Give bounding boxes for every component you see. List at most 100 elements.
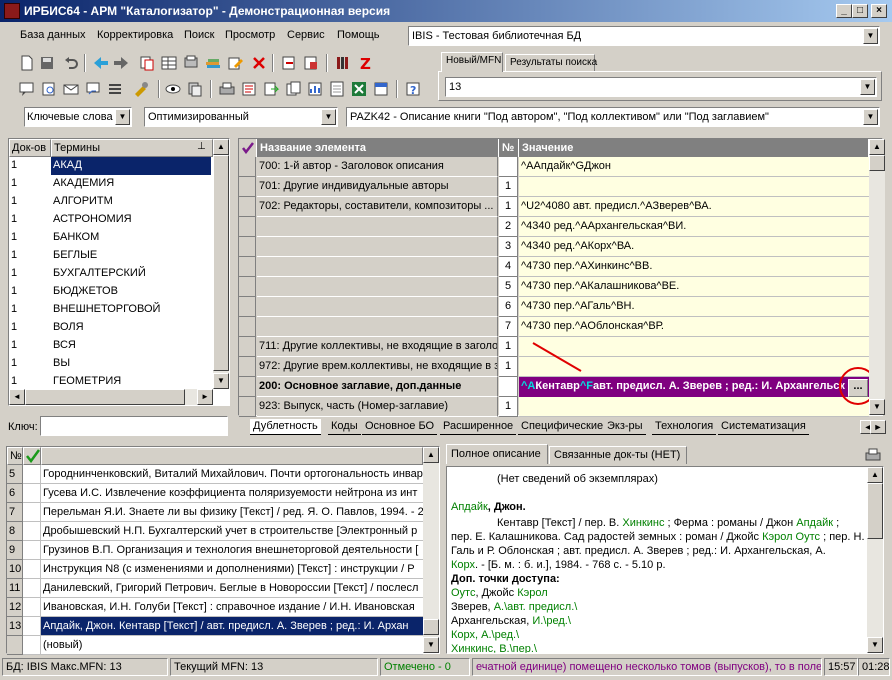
field-value[interactable]: ^U2^4080 авт. предисл.^AЗверев^ВА. [519, 197, 869, 217]
preview-ap4[interactable]: Корх, А.\ред.\ [451, 629, 519, 641]
search-mode-select[interactable]: Ключевые слова ▼ [24, 107, 132, 127]
terms-header-term[interactable]: Термины [51, 139, 213, 157]
record-row[interactable]: 13 Апдайк, Джон. Кентавр [Текст] / авт. п… [7, 617, 423, 636]
scroll-up-icon[interactable]: ▲ [423, 447, 439, 463]
record-checkbox[interactable] [23, 598, 41, 617]
field-value[interactable]: ^4340 ред.^AКорх^ВА. [519, 237, 869, 257]
field-value[interactable]: ^4730 пер.^AКалашникова^ВЕ. [519, 277, 869, 297]
print-icon[interactable] [218, 80, 236, 98]
tab-new-mfn[interactable]: Новый/MFN [441, 52, 503, 72]
new-document-icon[interactable] [18, 54, 36, 72]
mfn-input[interactable]: 13 ▼ [445, 77, 877, 97]
field-value[interactable]: ^4730 пер.^AОблонская^ВР. [519, 317, 869, 337]
record-row[interactable]: 10 Инструкция N8 (с изменениями и дополне… [7, 560, 423, 579]
document-icon[interactable] [328, 80, 346, 98]
tab-technology[interactable]: Технология [652, 419, 717, 435]
record-row[interactable]: 5 Городнинченковский, Виталий Михайлович.… [7, 465, 423, 484]
term-row[interactable]: 1 АКАДЕМИЯ [9, 175, 213, 193]
fields-scrollbar[interactable]: ▲ ▼ [869, 139, 885, 415]
field-row[interactable]: 700: 1-й автор - Заголовок описания ^AАпд… [239, 157, 869, 177]
field-row[interactable]: 4 ^4730 пер.^AХинкинс^ВВ. [239, 257, 869, 277]
optimization-select[interactable]: Оптимизированный ▼ [144, 107, 338, 127]
reply-icon[interactable] [84, 80, 102, 98]
export-icon[interactable] [280, 54, 298, 72]
arrow-right-icon[interactable] [112, 54, 130, 72]
copy-record-icon[interactable] [138, 54, 156, 72]
tabs-scroll-right-icon[interactable]: ► [870, 420, 886, 434]
preview-scrollbar[interactable]: ▲ ▼ [867, 467, 883, 653]
tab-related-docs[interactable]: Связанные док-ты (НЕТ) [549, 446, 687, 464]
save-icon[interactable] [38, 54, 56, 72]
term-row[interactable]: 1 ВОЛЯ [9, 319, 213, 337]
scroll-right-icon[interactable]: ► [197, 389, 213, 405]
tab-duplicates[interactable]: Дублетность [250, 419, 321, 435]
stack-icon[interactable] [204, 54, 222, 72]
record-row[interactable]: 8 Дробышевский Н.П. Бухгалтерский учет в … [7, 522, 423, 541]
record-checkbox[interactable] [23, 636, 41, 655]
chevron-down-icon[interactable]: ▼ [860, 79, 875, 95]
print-forward-icon[interactable] [262, 80, 280, 98]
chevron-down-icon[interactable]: ▼ [863, 28, 878, 44]
record-row[interactable]: (новый) [7, 636, 423, 655]
comment-icon[interactable] [18, 80, 36, 98]
selected-field-value[interactable]: ^AКентавр^Fавт. предисл. А. Зверев ; ред… [519, 377, 869, 397]
scroll-up-icon[interactable]: ▲ [869, 139, 885, 155]
record-row[interactable]: 9 Грузинов В.П. Организация и технология … [7, 541, 423, 560]
check-icon[interactable] [239, 139, 257, 157]
pages-icon[interactable] [284, 80, 302, 98]
term-row[interactable]: 1 БУХГАЛТЕРСКИЙ [9, 265, 213, 283]
term-row[interactable]: 1 АКАД [9, 157, 213, 175]
minimize-button[interactable]: _ [836, 4, 852, 18]
field-row[interactable]: 702: Редакторы, составители, композиторы… [239, 197, 869, 217]
preview-ap5[interactable]: Хинкинс, В.\пер.\ [451, 643, 537, 653]
chevron-down-icon[interactable]: ▼ [115, 109, 130, 125]
scroll-thumb[interactable] [423, 619, 439, 635]
print-preview-icon[interactable] [864, 446, 882, 464]
help-icon[interactable]: ? [404, 80, 422, 98]
record-checkbox[interactable] [23, 560, 41, 579]
undo-icon[interactable] [62, 54, 80, 72]
term-row[interactable]: 1 БЕГЛЫЕ [9, 247, 213, 265]
term-row[interactable]: 1 БАНКОМ [9, 229, 213, 247]
database-select[interactable]: IBIS - Тестовая библиотечная БД ▼ [408, 26, 880, 46]
worksheet-select[interactable]: PAZK42 - Описание книги "Под автором", "… [346, 107, 880, 127]
hscroll-thumb[interactable] [25, 389, 185, 405]
tab-basic-bo[interactable]: Основное БО [362, 419, 438, 435]
record-row[interactable]: 6 Гусева И.С. Извлечение коэффициента пол… [7, 484, 423, 503]
tools-icon[interactable] [132, 80, 150, 98]
field-row[interactable]: 923: Выпуск, часть (Номер-заглавие) 1 [239, 397, 869, 417]
tab-systematization[interactable]: Систематизация [718, 419, 809, 435]
field-value[interactable] [519, 397, 869, 417]
author-link[interactable]: Апдайк [451, 501, 488, 513]
scroll-down-icon[interactable]: ▼ [869, 399, 885, 415]
term-row[interactable]: 1 АСТРОНОМИЯ [9, 211, 213, 229]
eye-icon[interactable] [164, 80, 182, 98]
tab-extended[interactable]: Расширенное [440, 419, 517, 435]
menu-search[interactable]: Поиск [184, 29, 214, 41]
field-row[interactable]: 701: Другие индивидуальные авторы 1 [239, 177, 869, 197]
record-checkbox[interactable] [23, 617, 41, 636]
record-checkbox[interactable] [23, 541, 41, 560]
print-preview-icon[interactable] [240, 80, 258, 98]
word-icon[interactable] [372, 80, 390, 98]
chevron-down-icon[interactable]: ▼ [863, 109, 878, 125]
menu-service[interactable]: Сервис [287, 29, 325, 41]
term-row[interactable]: 1 БЮДЖЕТОВ [9, 283, 213, 301]
term-row[interactable]: 1 ВЫ [9, 355, 213, 373]
record-checkbox[interactable] [23, 579, 41, 598]
record-checkbox[interactable] [23, 465, 41, 484]
scroll-thumb[interactable] [213, 155, 229, 371]
scroll-down-icon[interactable]: ▼ [867, 637, 883, 653]
field-value[interactable]: ^AАпдайк^GДжон [519, 157, 869, 177]
check-icon[interactable] [23, 447, 41, 465]
field-row[interactable]: 6 ^4730 пер.^AГаль^ВН. [239, 297, 869, 317]
edit-pen-icon[interactable] [226, 54, 244, 72]
scroll-down-icon[interactable]: ▼ [423, 637, 439, 653]
field-value[interactable]: ^4730 пер.^AХинкинс^ВВ. [519, 257, 869, 277]
mail-icon[interactable] [62, 80, 80, 98]
key-input[interactable] [40, 416, 228, 436]
term-row[interactable]: 1 ВСЯ [9, 337, 213, 355]
scroll-up-icon[interactable]: ▲ [867, 467, 883, 483]
tab-specific[interactable]: Специфические [518, 419, 607, 435]
records-scrollbar[interactable]: ▲ ▼ [423, 447, 439, 653]
